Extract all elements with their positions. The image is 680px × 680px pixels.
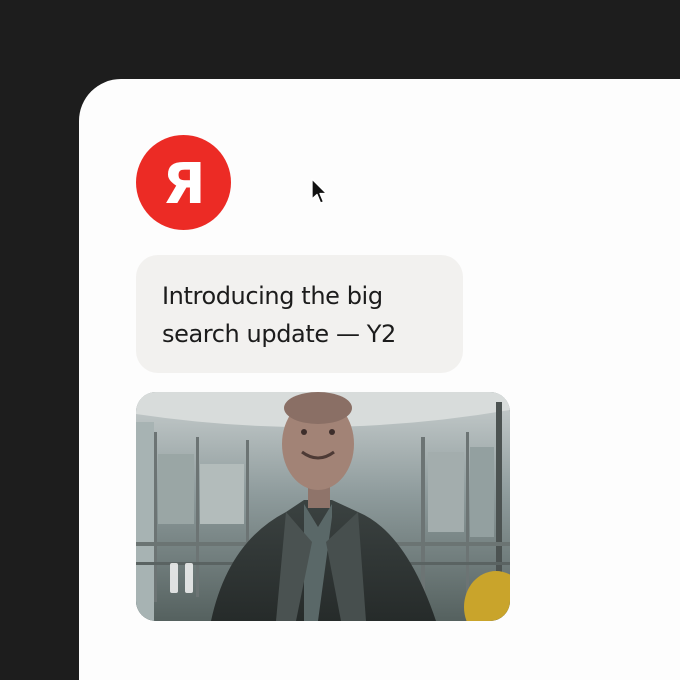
message-bubble: Introducing the big search update — Y2 — [136, 255, 463, 373]
logo-letter-icon: Я — [162, 152, 205, 217]
pause-icon-bar — [184, 563, 193, 593]
yandex-logo: Я — [136, 135, 231, 230]
logo-letter: Я — [162, 152, 205, 217]
pause-button[interactable] — [166, 563, 196, 597]
pause-icon — [169, 563, 178, 593]
message-text: Introducing the big search update — Y2 — [162, 282, 396, 348]
screen: Я Introducing the big search update — Y2 — [0, 0, 680, 680]
mouse-pointer-icon — [311, 178, 328, 204]
